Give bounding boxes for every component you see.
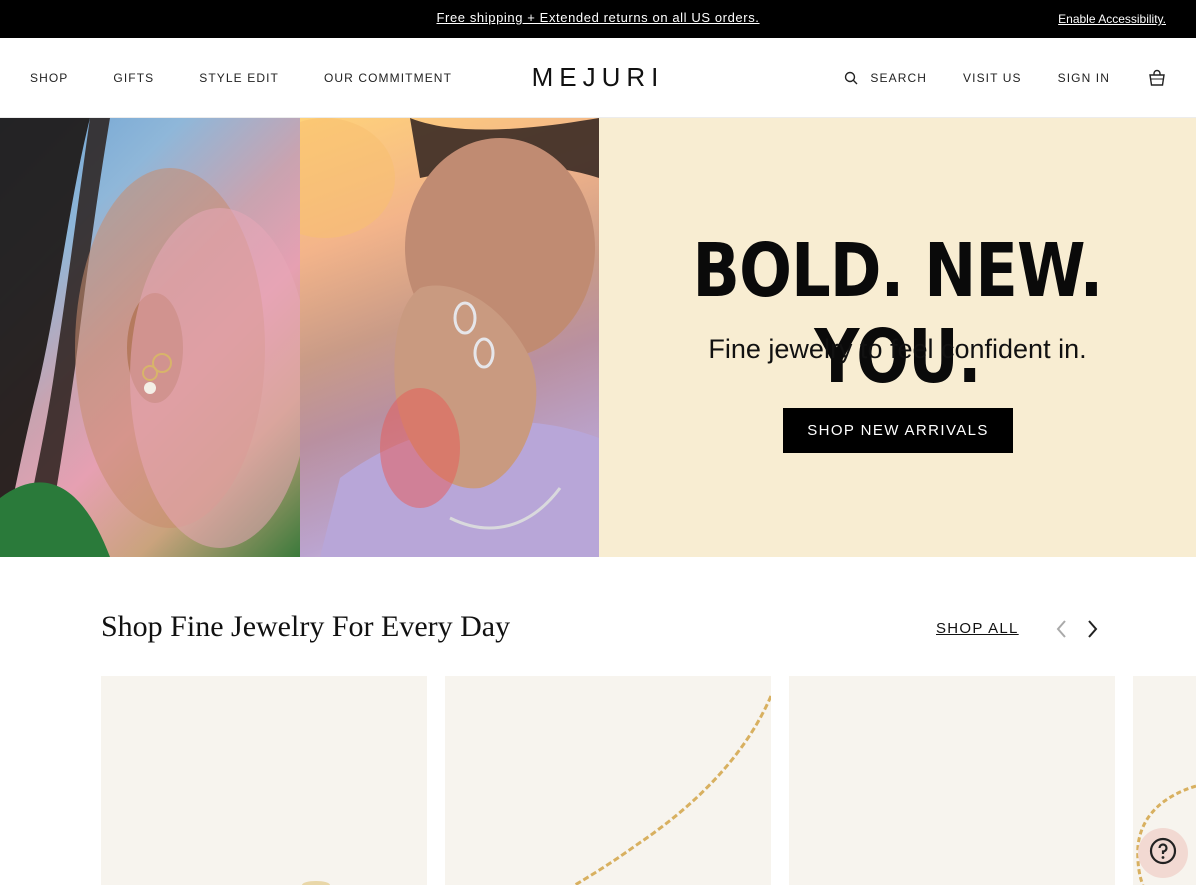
site-header: SHOP GIFTS STYLE EDIT OUR COMMITMENT MEJ… xyxy=(0,38,1196,118)
chevron-right-icon[interactable] xyxy=(1082,618,1102,640)
product-card[interactable] xyxy=(789,676,1115,885)
search-button[interactable]: SEARCH xyxy=(844,71,927,85)
search-label: SEARCH xyxy=(870,71,928,85)
shop-new-arrivals-button[interactable]: SHOP NEW ARRIVALS xyxy=(783,408,1013,453)
chevron-left-icon[interactable] xyxy=(1052,618,1072,640)
hero-text-panel: BOLD. NEW. YOU. Fine jewelry to feel con… xyxy=(599,118,1196,557)
product-card[interactable] xyxy=(101,676,427,885)
free-shipping-link[interactable]: Free shipping + Extended returns on all … xyxy=(0,10,1196,25)
section-title: Shop Fine Jewelry For Every Day xyxy=(101,610,511,643)
hero-headline: BOLD. NEW. YOU. xyxy=(692,228,1104,400)
hero-image-rings xyxy=(300,118,599,557)
help-icon xyxy=(1149,837,1177,870)
utility-nav: SEARCH VISIT US SIGN IN xyxy=(844,69,1166,87)
help-button[interactable] xyxy=(1138,828,1188,878)
hero-banner: BOLD. NEW. YOU. Fine jewelry to feel con… xyxy=(0,118,1196,557)
enable-accessibility-link[interactable]: Enable Accessibility. xyxy=(1058,12,1166,26)
shop-all-link[interactable]: SHOP ALL xyxy=(936,620,1019,637)
visit-us-link[interactable]: VISIT US xyxy=(963,71,1022,85)
announcement-bar: Free shipping + Extended returns on all … xyxy=(0,0,1196,38)
search-icon xyxy=(844,71,858,85)
hero-subheadline: Fine jewelry to feel confident in. xyxy=(708,334,1087,364)
shopping-bag-icon[interactable] xyxy=(1148,69,1166,87)
hero-image-earrings xyxy=(0,118,300,557)
sign-in-link[interactable]: SIGN IN xyxy=(1058,71,1110,85)
product-card[interactable] xyxy=(445,676,771,885)
